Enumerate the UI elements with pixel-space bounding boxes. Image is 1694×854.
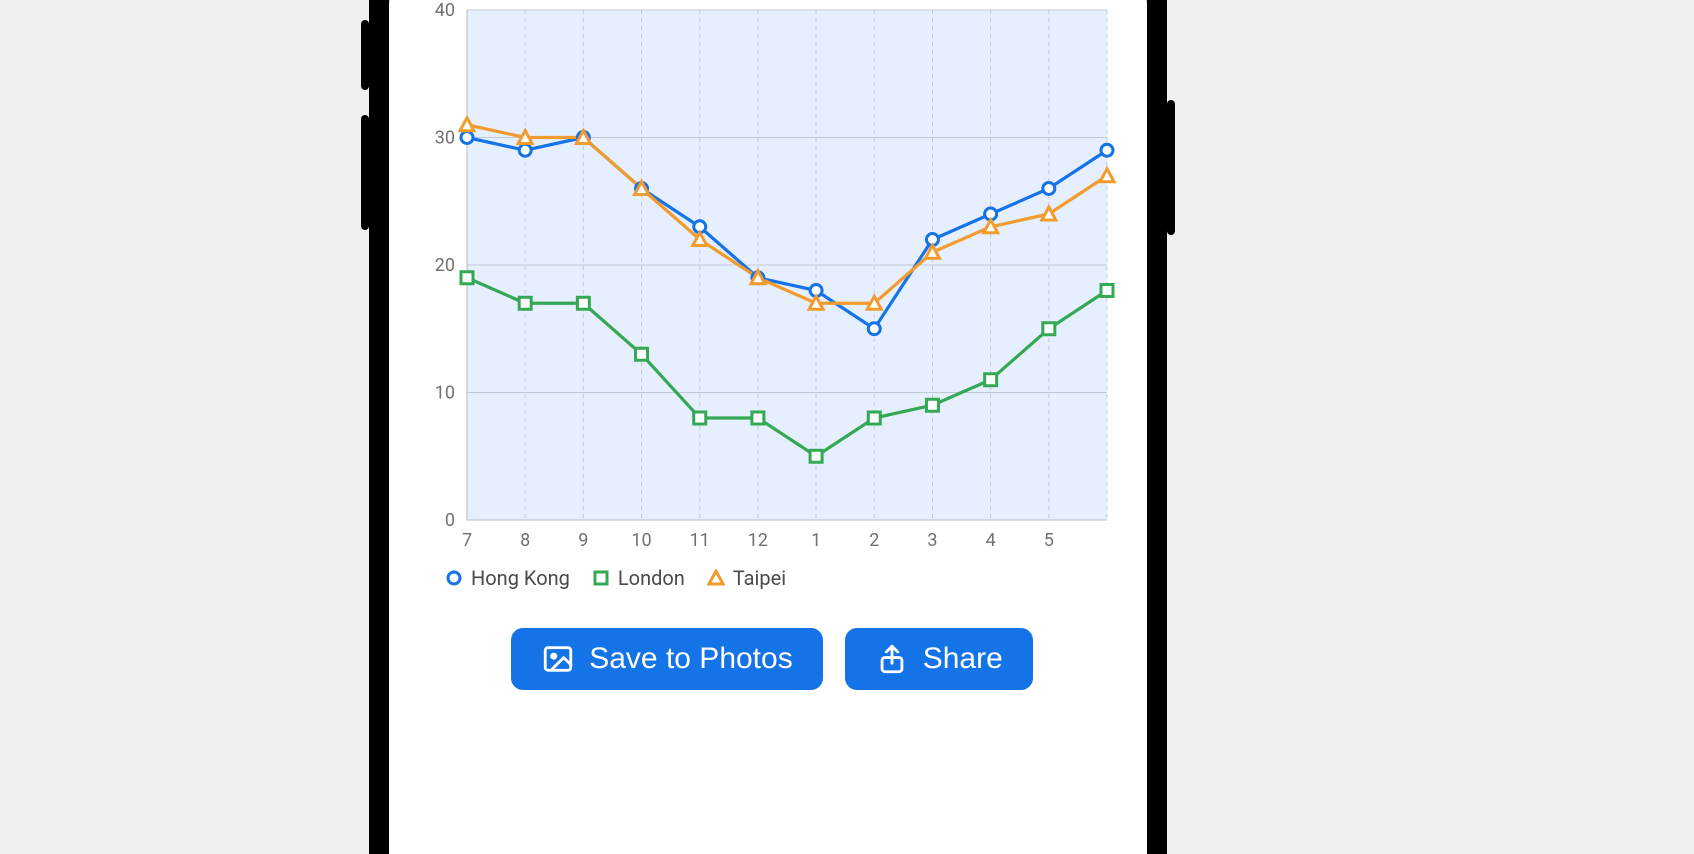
- svg-text:7: 7: [462, 530, 472, 551]
- phone-side-button: [361, 115, 369, 230]
- svg-text:30: 30: [435, 128, 455, 149]
- legend-label: Taipei: [733, 566, 786, 590]
- svg-text:3: 3: [927, 530, 937, 551]
- legend-item: Hong Kong: [445, 566, 570, 590]
- legend-item: London: [592, 566, 685, 590]
- svg-text:10: 10: [435, 383, 455, 404]
- save-button-label: Save to Photos: [589, 642, 792, 676]
- svg-text:4: 4: [986, 530, 996, 551]
- svg-text:20: 20: [435, 255, 455, 276]
- svg-text:5: 5: [1044, 530, 1054, 551]
- share-icon: [875, 642, 909, 676]
- image-icon: [541, 642, 575, 676]
- share-button-label: Share: [923, 642, 1003, 676]
- line-chart: 01020304078910111212345: [417, 0, 1117, 560]
- phone-frame: 01020304078910111212345 Hong KongLondonT…: [369, 0, 1167, 854]
- svg-text:12: 12: [748, 530, 768, 551]
- svg-text:8: 8: [520, 530, 530, 551]
- svg-text:2: 2: [869, 530, 879, 551]
- phone-side-button: [361, 20, 369, 90]
- save-to-photos-button[interactable]: Save to Photos: [511, 628, 822, 690]
- phone-screen: 01020304078910111212345 Hong KongLondonT…: [389, 0, 1147, 854]
- svg-text:1: 1: [811, 530, 821, 551]
- svg-text:11: 11: [690, 530, 710, 551]
- legend-label: Hong Kong: [471, 566, 570, 590]
- svg-text:40: 40: [435, 0, 455, 21]
- phone-side-button: [1167, 100, 1175, 235]
- chart-legend: Hong Kong London Taipei: [445, 566, 1127, 590]
- legend-item: Taipei: [707, 566, 786, 590]
- svg-text:0: 0: [445, 510, 455, 531]
- svg-text:9: 9: [578, 530, 588, 551]
- legend-label: London: [618, 566, 685, 590]
- svg-text:10: 10: [631, 530, 651, 551]
- share-button[interactable]: Share: [845, 628, 1033, 690]
